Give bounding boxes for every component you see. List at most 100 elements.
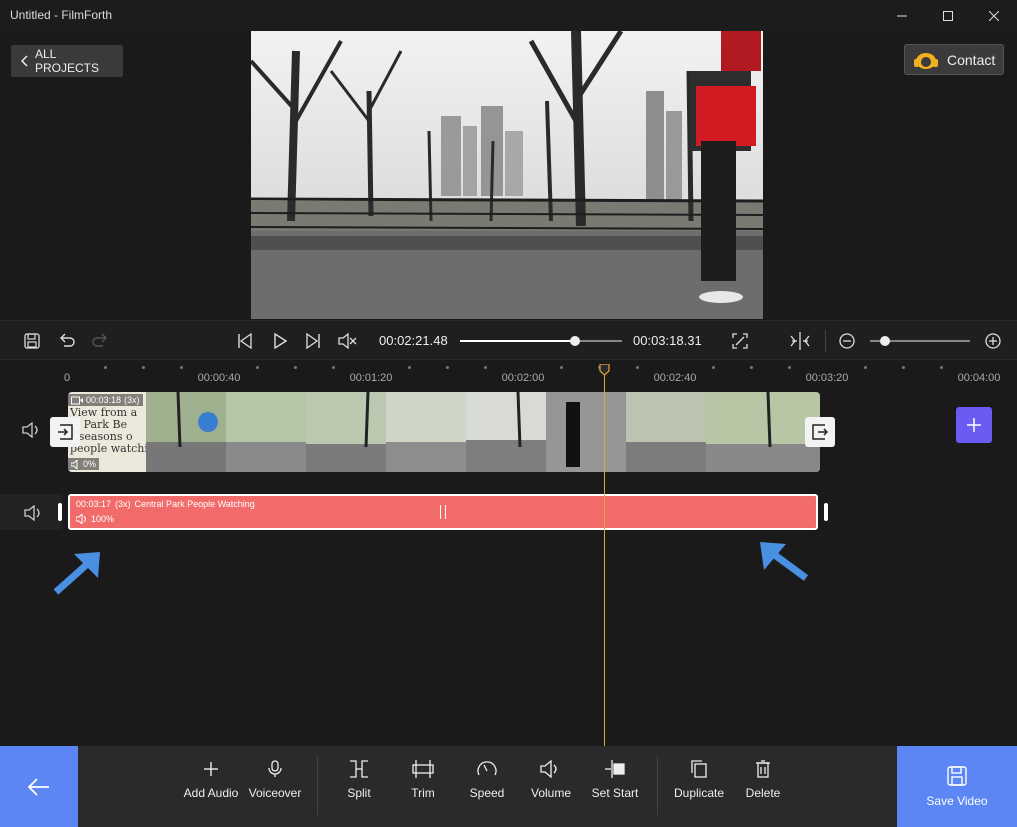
mute-icon[interactable] [335,321,361,361]
playback-knob[interactable] [570,336,581,346]
headset-icon [914,52,938,69]
video-clip-info: 00:03:18 (3x) [68,394,143,406]
save-project-icon[interactable] [20,321,44,361]
video-thumbnails: View from aal Park Ber seasons opeople w… [68,392,820,472]
preview-frame [251,31,763,319]
audio-clip-speed: (3x) [115,499,131,509]
current-time: 00:02:21.48 [379,333,448,348]
set-start-button[interactable]: Set Start [585,760,645,800]
split-button[interactable]: Split [329,760,389,800]
skip-start-icon[interactable] [233,321,257,361]
export-icon [812,424,828,440]
ruler-tick [788,366,791,369]
trim-out-button[interactable] [805,417,835,447]
volume-icon [71,459,78,469]
ruler-tick [446,366,449,369]
fullscreen-icon[interactable] [728,321,752,361]
ruler-tick [294,366,297,369]
speed-button[interactable]: Speed [457,760,517,800]
audio-clip[interactable]: 00:03:17 (3x) Central Park People Watchi… [68,494,818,530]
ruler-label: 00:03:20 [805,372,849,384]
volume-button[interactable]: Volume [521,760,581,800]
ruler-tick [180,366,183,369]
ruler-tick [940,366,943,369]
close-icon[interactable] [971,0,1017,31]
ruler-label: 00:04:00 [957,372,1001,384]
trim-icon [412,760,434,778]
divider [825,330,826,352]
duplicate-label: Duplicate [673,786,725,800]
video-clip[interactable]: View from a al Park Be r seasons o people w… [68,392,820,472]
annotation-arrow-up-right [53,552,100,595]
volume-icon [540,760,557,778]
trash-icon [756,760,770,778]
zoom-knob[interactable] [880,336,890,346]
ruler-label: 0 [63,372,71,384]
ruler-tick [256,366,259,369]
playback-slider[interactable] [460,321,622,361]
svg-text:people watchi: people watchi [70,442,148,455]
duplicate-button[interactable]: Duplicate [669,760,729,800]
audio-clip-duration: 00:03:17 [76,499,112,509]
plus-icon [204,762,218,776]
player-toolbar: 00:02:21.48 00:03:18.31 [0,320,1017,360]
trim-label: Trim [411,786,435,800]
ruler-tick [636,366,639,369]
arrow-left-icon [27,777,49,796]
maximize-icon[interactable] [925,0,971,31]
window-title: Untitled - FilmForth [10,8,113,22]
volume-label: Volume [530,786,572,800]
voiceover-button[interactable]: Voiceover [245,760,305,800]
audio-clip-start-handle[interactable] [58,503,62,521]
video-clip-speed: (3x) [124,395,140,405]
playhead-marker[interactable] [599,364,610,376]
trim-in-button[interactable] [50,417,80,447]
delete-button[interactable]: Delete [733,760,793,800]
zoom-out-icon[interactable] [836,321,858,361]
save-icon [947,765,967,786]
zoom-in-icon[interactable] [982,321,1004,361]
minimize-icon[interactable] [879,0,925,31]
add-media-button[interactable] [956,407,992,443]
audio-clip-info: 00:03:17 (3x) Central Park People Watchi… [76,499,255,509]
video-clip-duration: 00:03:18 [86,395,122,405]
ruler-label: 00:00:40 [197,372,241,384]
playhead[interactable] [599,364,610,746]
set-start-label: Set Start [591,786,639,800]
speedometer-icon [477,761,497,776]
skip-end-icon[interactable] [301,321,325,361]
video-clip-volume: 0% [68,458,100,470]
play-icon[interactable] [268,321,292,361]
video-preview[interactable] [251,31,763,319]
audio-clip-drag-handle[interactable] [440,505,446,519]
ruler-tick [712,366,715,369]
save-video-button[interactable]: Save Video [897,746,1017,827]
title-bar: Untitled - FilmForth [0,0,1017,31]
fit-timeline-icon[interactable] [788,321,812,361]
all-projects-button[interactable]: ALL PROJECTS [11,45,123,77]
contact-button[interactable]: Contact [904,44,1004,75]
ruler-label: 00:02:40 [653,372,697,384]
ruler-tick [560,366,563,369]
audio-track-volume-icon[interactable] [24,504,44,526]
microphone-icon [268,760,282,777]
add-audio-button[interactable]: Add Audio [181,760,241,800]
volume-icon [76,514,86,524]
audio-clip-end-handle[interactable] [824,503,828,521]
video-track-volume-icon[interactable] [22,421,42,443]
total-time: 00:03:18.31 [633,333,702,348]
annotation-arrow-up-left [760,542,809,581]
trim-button[interactable]: Trim [393,760,453,800]
split-label: Split [347,786,371,800]
ruler-tick [104,366,107,369]
contact-label: Contact [947,51,996,68]
zoom-slider[interactable] [870,321,970,361]
all-projects-label: ALL PROJECTS [34,47,99,75]
import-icon [58,424,73,440]
add-audio-label: Add Audio [183,786,239,800]
delete-label: Delete [745,786,781,800]
set-start-icon [605,760,625,778]
ruler-tick [750,366,753,369]
back-button[interactable] [0,746,78,827]
undo-icon[interactable] [55,321,79,361]
